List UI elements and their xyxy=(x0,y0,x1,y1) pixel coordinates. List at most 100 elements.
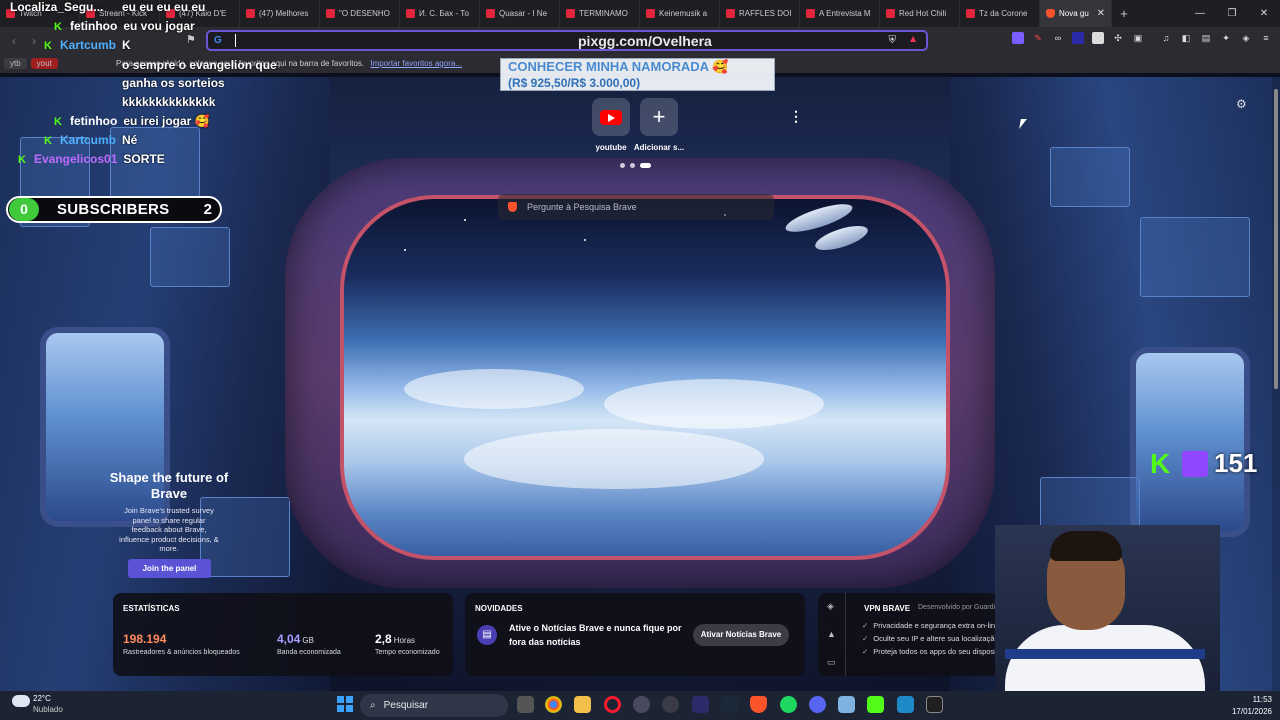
page-dot[interactable] xyxy=(620,163,625,168)
browser-tab[interactable]: Quasar - I Ne xyxy=(480,0,560,27)
chrome-icon[interactable] xyxy=(545,696,562,713)
brave-rewards-icon[interactable]: ▲ xyxy=(908,34,918,45)
page-dot[interactable] xyxy=(630,163,635,168)
youtube-tab-icon xyxy=(646,9,655,18)
taskbar-search-label: Pesquisar xyxy=(383,700,429,711)
porthole-window xyxy=(340,195,950,560)
forward-icon[interactable]: › xyxy=(24,34,44,48)
viewer-counter: K 151 xyxy=(1150,448,1257,479)
browser-tab[interactable]: Red Hot Chili xyxy=(880,0,960,27)
extension-icon[interactable] xyxy=(1012,32,1024,44)
minimize-button[interactable]: — xyxy=(1184,8,1216,19)
stream-title: Localiza_Segu... xyxy=(10,0,104,14)
cloud xyxy=(404,369,584,409)
cloud xyxy=(464,429,764,489)
app-icon[interactable] xyxy=(897,696,914,713)
talk-widget-icon[interactable]: ▭ xyxy=(827,657,836,668)
bookmark-item[interactable]: ytb xyxy=(4,58,27,69)
browser-tab[interactable]: RAFFLES DOI xyxy=(720,0,800,27)
youtube-tab-icon xyxy=(566,9,575,18)
close-tab-icon[interactable]: ✕ xyxy=(1097,8,1105,19)
stat-value: 4,04 xyxy=(277,632,301,646)
youtube-tab-icon xyxy=(406,9,415,18)
rewards-widget-icon[interactable]: ▲ xyxy=(827,629,836,639)
browser-tab[interactable]: И. С. Бах - То xyxy=(400,0,480,27)
weather-description[interactable]: Nublado xyxy=(33,705,63,714)
file-explorer-icon[interactable] xyxy=(574,696,591,713)
extension-icon[interactable] xyxy=(1092,32,1104,44)
cloud-weather-icon[interactable] xyxy=(12,695,30,707)
tab-label: RAFFLES DOI xyxy=(739,9,792,18)
stat-time-value: 2,8 Horas xyxy=(375,632,415,646)
opera-icon[interactable] xyxy=(604,696,621,713)
back-icon[interactable]: ‹ xyxy=(4,34,24,48)
chat-username: fetinhoo xyxy=(70,19,118,33)
browser-tab[interactable]: Tz da Corone xyxy=(960,0,1040,27)
wallet-icon[interactable]: ▤ xyxy=(1200,32,1212,44)
puzzle-icon[interactable]: ✣ xyxy=(1112,32,1124,44)
vpn-feature-text: Proteja todos os apps do seu dispositivo xyxy=(873,647,1008,656)
browser-tab[interactable]: Keinemusik a xyxy=(640,0,720,27)
app-icon[interactable] xyxy=(692,696,709,713)
chat-message: K Kartcumb Né xyxy=(44,131,137,149)
app-icon[interactable] xyxy=(662,696,679,713)
browser-tab[interactable]: A Entrevista M xyxy=(800,0,880,27)
taskbar-search[interactable]: ⌕ Pesquisar xyxy=(360,694,508,717)
browser-tab[interactable]: TERMINAMO xyxy=(560,0,640,27)
steam-icon[interactable] xyxy=(721,696,738,713)
activate-news-button[interactable]: Ativar Notícias Brave xyxy=(693,624,789,646)
new-tab-button[interactable]: + xyxy=(1112,6,1136,21)
youtube-tab-icon xyxy=(726,9,735,18)
bookmark-item[interactable]: yout xyxy=(30,58,58,69)
chat-message: Kfetinhoo eu irei jogar 🥰 xyxy=(54,112,210,130)
customize-gear-icon[interactable]: ⚙ xyxy=(1236,97,1247,111)
join-panel-button[interactable]: Join the panel xyxy=(128,559,211,578)
brave-shields-icon[interactable]: ⛨ xyxy=(889,35,897,46)
page-scrollbar[interactable] xyxy=(1272,77,1280,691)
taskbar-clock[interactable]: 11:53 17/01/2026 xyxy=(1218,694,1272,718)
screenshot-icon[interactable]: ▣ xyxy=(1132,32,1144,44)
bookmark-icon[interactable]: ⚑ xyxy=(186,33,198,47)
vpn-widget-icon[interactable]: ◈ xyxy=(827,601,834,612)
notepad-icon[interactable] xyxy=(838,696,855,713)
windows-start-icon[interactable] xyxy=(337,696,353,712)
discord-icon[interactable] xyxy=(809,696,826,713)
glasses-extension-icon[interactable]: ∞ xyxy=(1052,32,1064,44)
add-top-site-button[interactable]: + xyxy=(640,98,678,136)
spotify-icon[interactable] xyxy=(780,696,797,713)
tab-active[interactable]: Nova gu ✕ xyxy=(1040,0,1112,27)
top-site-youtube[interactable] xyxy=(592,98,630,136)
task-view-icon[interactable] xyxy=(517,696,534,713)
import-bookmarks-link[interactable]: Importar favoritos agora... xyxy=(370,59,462,68)
maximize-button[interactable]: ❐ xyxy=(1216,8,1248,19)
subscriber-goal-bar: 0 SUBSCRIBERS 2 xyxy=(6,196,222,223)
page-dot-active[interactable] xyxy=(640,163,651,168)
close-window-button[interactable]: ✕ xyxy=(1248,8,1280,19)
check-icon: ✓ xyxy=(862,647,869,656)
brave-icon[interactable] xyxy=(750,696,767,713)
extension-icon[interactable] xyxy=(1072,32,1084,44)
sidebar-icon[interactable]: ◧ xyxy=(1180,32,1192,44)
epic-games-icon[interactable] xyxy=(926,696,943,713)
browser-tab[interactable]: "O DESENHO xyxy=(320,0,400,27)
donation-goal-title: CONHECER MINHA NAMORADA 🥰 xyxy=(508,59,729,74)
pen-extension-icon[interactable]: ✎ xyxy=(1032,32,1044,44)
twitch-logo-icon xyxy=(1182,450,1208,477)
menu-icon[interactable]: ≡ xyxy=(1260,32,1272,44)
chat-message: ganha os sorteios xyxy=(122,74,225,92)
address-bar[interactable]: G pixgg.com/Ovelhera ⛨ ▲ xyxy=(206,30,928,51)
vpn-icon[interactable]: ◈ xyxy=(1240,32,1252,44)
browser-tab[interactable]: (47) Melhores xyxy=(240,0,320,27)
top-sites-pagination xyxy=(620,163,651,168)
music-icon[interactable]: ♫ xyxy=(1160,32,1172,44)
scroll-thumb[interactable] xyxy=(1274,89,1278,389)
kick-app-icon[interactable] xyxy=(867,696,884,713)
widget-switcher: ◈ ▲ ▭ xyxy=(818,593,846,676)
webcam-overlay xyxy=(995,525,1220,691)
app-icon[interactable] xyxy=(633,696,650,713)
brave-search-box[interactable]: Pergunte à Pesquisa Brave xyxy=(498,194,774,220)
weather-temperature[interactable]: 22°C xyxy=(33,694,51,703)
chat-text: eu eu eu eu eu xyxy=(122,0,206,14)
leo-ai-icon[interactable]: ✦ xyxy=(1220,32,1232,44)
top-sites-menu-icon[interactable]: ⋮ xyxy=(789,108,803,125)
